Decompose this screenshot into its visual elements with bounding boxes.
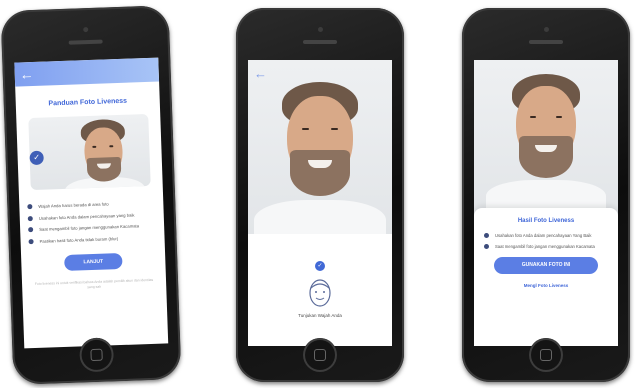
capture-screen: ← ✓ Tunjukan Wajah Anda bbox=[248, 60, 392, 346]
check-icon: ✓ bbox=[315, 261, 325, 271]
guide-title: Panduan Foto Liveness bbox=[48, 97, 128, 108]
home-button[interactable] bbox=[79, 337, 115, 373]
list-item: Pastikan hasil foto Anda tidak buram (bl… bbox=[28, 235, 156, 245]
bullet-icon bbox=[484, 233, 489, 238]
guide-screen: ← Panduan Foto Liveness ✓ Wajah Anda har… bbox=[14, 57, 169, 349]
show-face-instruction: Tunjukan Wajah Anda bbox=[298, 313, 342, 318]
result-panel: Hasil Foto Liveness Usahakan foto Anda d… bbox=[474, 208, 618, 346]
home-button[interactable] bbox=[529, 338, 563, 372]
phone-guide: ← Panduan Foto Liveness ✓ Wajah Anda har… bbox=[0, 5, 182, 385]
list-item: Usahakan foto Anda dalam pencahayaan Yan… bbox=[484, 233, 610, 238]
bullet-icon bbox=[484, 244, 489, 250]
list-item: Saat mengambil foto jangan menggunakan K… bbox=[28, 223, 156, 233]
list-item: Wajah Anda harus berada di area foto bbox=[27, 200, 155, 210]
result-photo bbox=[474, 60, 618, 218]
list-item: Saat mengambil foto jangan menggunakan K… bbox=[484, 244, 610, 250]
face-photo bbox=[28, 113, 151, 191]
guide-tips-list: Wajah Anda harus berada di area foto Usa… bbox=[27, 200, 156, 245]
bullet-icon bbox=[28, 227, 34, 233]
bullet-icon bbox=[27, 215, 33, 221]
capture-status: ✓ Tunjukan Wajah Anda bbox=[248, 234, 392, 319]
result-title: Hasil Foto Liveness bbox=[517, 218, 575, 224]
camera bbox=[543, 27, 549, 32]
use-photo-button[interactable]: GUNAKAN FOTO INI bbox=[494, 256, 598, 274]
result-screen: Hasil Foto Liveness Usahakan foto Anda d… bbox=[474, 60, 618, 346]
home-square-icon bbox=[90, 348, 103, 362]
bullet-icon bbox=[28, 238, 34, 244]
bullet-icon bbox=[27, 204, 33, 210]
camera-preview bbox=[248, 60, 392, 234]
footnote: Foto liveness ini untuk verifikasi bahwa… bbox=[34, 278, 154, 289]
speaker bbox=[529, 40, 563, 44]
list-item: Usahakan foto Anda dalam pencahayaan yan… bbox=[27, 211, 156, 221]
retake-link[interactable]: Mengl Foto Liveness bbox=[474, 283, 618, 288]
camera bbox=[82, 27, 88, 33]
camera bbox=[317, 27, 323, 32]
result-tips-list: Usahakan foto Anda dalam pencahayaan Yan… bbox=[484, 233, 610, 250]
back-arrow-icon[interactable]: ← bbox=[254, 66, 267, 81]
face-outline-icon bbox=[309, 279, 331, 307]
continue-button[interactable]: LANJUT bbox=[64, 253, 123, 272]
speaker bbox=[68, 39, 103, 45]
home-button[interactable] bbox=[303, 338, 337, 372]
phone-capture: ← ✓ Tunjukan Wajah Anda bbox=[236, 8, 404, 382]
speaker bbox=[303, 40, 337, 44]
home-square-icon bbox=[314, 349, 326, 361]
home-square-icon bbox=[540, 349, 552, 361]
back-arrow-icon[interactable]: ← bbox=[19, 64, 34, 84]
app-header: ← bbox=[14, 57, 160, 87]
phone-result: Hasil Foto Liveness Usahakan foto Anda d… bbox=[462, 8, 630, 382]
